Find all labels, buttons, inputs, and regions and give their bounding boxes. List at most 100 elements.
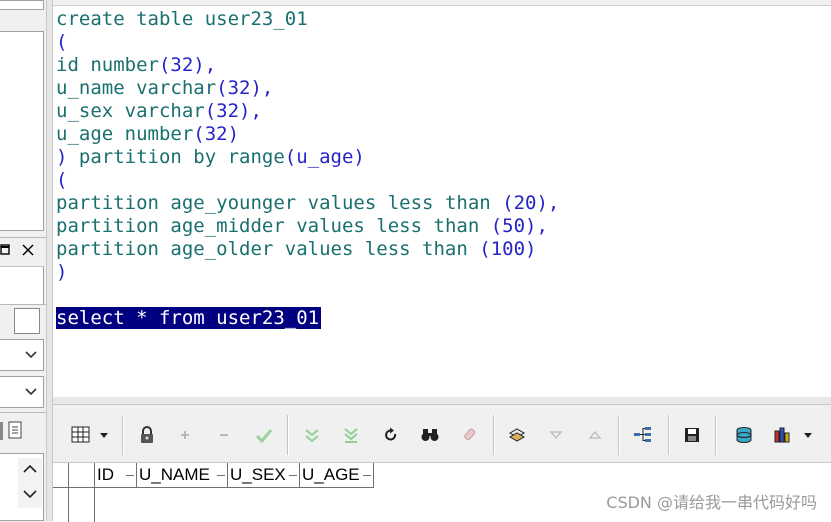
code-line[interactable]: id number(32), — [56, 54, 216, 77]
code-line[interactable]: select * from user23_01 — [56, 307, 322, 330]
code-line[interactable]: ( — [56, 169, 67, 192]
left-scrollbar[interactable] — [18, 458, 42, 508]
header-dash — [217, 475, 225, 476]
row-indicator-column — [53, 488, 69, 522]
code-token: u_name — [56, 77, 137, 99]
column-header-label: U_SEX — [230, 465, 286, 484]
row-indicator-header — [53, 463, 69, 488]
owner-combo[interactable] — [0, 339, 44, 371]
code-line[interactable]: u_name varchar(32), — [56, 77, 273, 100]
chevron-down-icon — [25, 351, 37, 359]
row-number-column — [69, 488, 95, 522]
row-number-header — [69, 463, 95, 488]
left-panel-blank — [0, 266, 44, 304]
column-header-id[interactable]: ID — [95, 463, 137, 488]
delete-record-icon[interactable] — [211, 422, 237, 448]
code-line[interactable]: partition age_older values less than (10… — [56, 238, 536, 261]
vertical-splitter[interactable] — [46, 0, 53, 521]
code-token: age_younger — [170, 192, 308, 214]
restore-icon[interactable] — [0, 241, 16, 259]
code-token: values less than — [307, 192, 503, 214]
horizontal-splitter[interactable] — [53, 397, 831, 405]
toolbar-separator — [668, 415, 670, 455]
code-token: u_age — [56, 123, 125, 145]
sql-editor[interactable]: create table user23_01(id number(32), u_n… — [53, 5, 831, 397]
find-icon[interactable] — [417, 422, 443, 448]
color-swatch-button[interactable] — [14, 308, 40, 334]
chart-icon[interactable] — [770, 422, 796, 448]
header-dash — [289, 475, 297, 476]
left-panel — [0, 0, 46, 521]
save-icon[interactable] — [679, 422, 705, 448]
left-divider-3 — [0, 412, 46, 413]
code-token: create table — [56, 8, 205, 30]
chevron-down-icon — [25, 388, 37, 396]
code-line[interactable]: ( — [56, 31, 67, 54]
fetch-next-page-icon[interactable] — [299, 422, 325, 448]
code-token: number — [124, 123, 194, 145]
header-dash — [126, 475, 134, 476]
code-token: id — [56, 54, 91, 76]
add-record-icon[interactable] — [172, 422, 198, 448]
code-line[interactable]: u_sex varchar(32), — [56, 100, 262, 123]
code-token: (32), — [204, 100, 262, 122]
code-token: partition — [56, 238, 171, 260]
code-token: varchar — [136, 77, 217, 99]
left-panel-top-box — [0, 0, 44, 10]
left-divider-2 — [0, 304, 46, 305]
code-token: ( — [56, 31, 68, 53]
code-token: user23_01 — [204, 8, 308, 30]
code-line[interactable]: ) — [56, 261, 67, 284]
sort-ascending-icon[interactable] — [582, 422, 608, 448]
code-line[interactable]: partition age_midder values less than (5… — [56, 215, 548, 238]
toolbar-separator — [493, 415, 495, 455]
type-combo[interactable] — [0, 376, 44, 408]
code-token: values less than — [296, 215, 491, 237]
column-header-u-name[interactable]: U_NAME — [137, 463, 228, 488]
code-line[interactable]: partition age_younger values less than (… — [56, 192, 559, 215]
code-token: (100) — [479, 238, 537, 260]
code-token: partition — [56, 192, 171, 214]
left-divider — [0, 237, 46, 238]
code-token: (20), — [502, 192, 560, 214]
code-token: partition — [56, 215, 171, 237]
grid-view-icon[interactable] — [68, 422, 94, 448]
column-header-label: U_NAME — [139, 465, 210, 484]
export-tree-icon[interactable] — [630, 422, 656, 448]
query-by-example-icon[interactable] — [504, 422, 530, 448]
toolbar-separator — [287, 415, 289, 455]
column-header-label: ID — [97, 465, 114, 484]
column-header-u-sex[interactable]: U_SEX — [228, 463, 300, 488]
close-icon[interactable] — [20, 242, 36, 258]
code-token: age_midder — [170, 215, 297, 237]
grid-toolbar — [53, 405, 831, 462]
toolbar-grip — [0, 422, 3, 440]
object-list-box[interactable] — [0, 31, 44, 231]
code-token: partition by range — [78, 146, 285, 168]
code-line[interactable]: create table user23_01 — [56, 8, 308, 31]
code-token: ) — [56, 261, 68, 283]
sort-descending-icon[interactable] — [543, 422, 569, 448]
post-edit-icon[interactable] — [251, 422, 277, 448]
selected-sql-text: select * from user23_01 — [56, 307, 322, 329]
code-token: (32) — [193, 123, 240, 145]
chevron-down-icon[interactable] — [801, 422, 815, 448]
watermark: CSDN @请给我一串代码好吗 — [606, 493, 817, 512]
lock-icon[interactable] — [134, 422, 160, 448]
fetch-last-page-icon[interactable] — [338, 422, 364, 448]
code-line[interactable]: ) partition by range(u_age) — [56, 146, 365, 169]
left-mini-toolbar — [0, 416, 46, 446]
refresh-icon[interactable] — [378, 422, 404, 448]
code-token: age_older — [170, 238, 285, 260]
code-token: u_sex — [56, 100, 125, 122]
clear-icon[interactable] — [458, 422, 484, 448]
database-icon[interactable] — [731, 422, 757, 448]
code-token: (32), — [158, 54, 217, 76]
code-token: ( — [56, 169, 68, 191]
code-token: (u_age) — [284, 146, 365, 168]
chevron-down-icon[interactable] — [97, 422, 111, 448]
document-icon[interactable] — [6, 420, 24, 442]
code-line[interactable]: u_age number(32) — [56, 123, 239, 146]
column-header-u-age[interactable]: U_AGE — [300, 463, 374, 488]
toolbar-separator — [715, 415, 717, 455]
